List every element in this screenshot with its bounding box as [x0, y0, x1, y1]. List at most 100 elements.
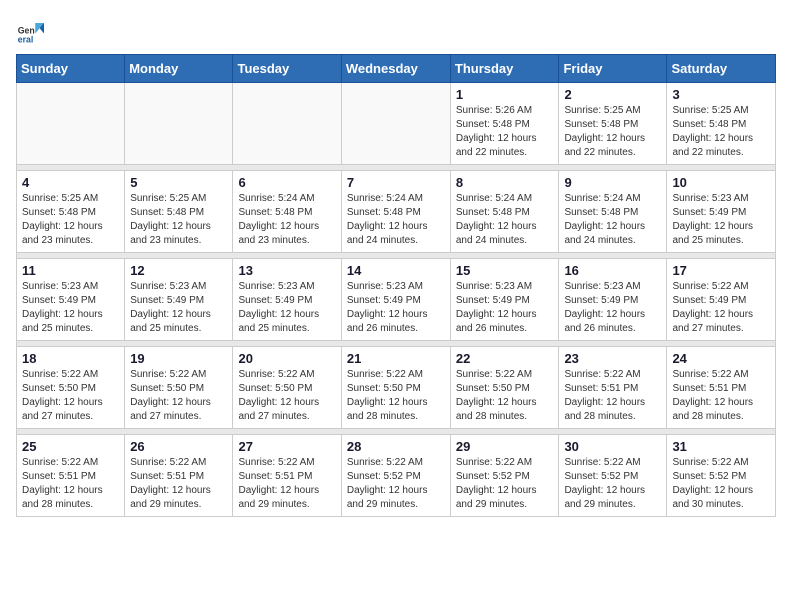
calendar-header-row: SundayMondayTuesdayWednesdayThursdayFrid… — [17, 55, 776, 83]
page-header: Gen eral — [16, 16, 776, 44]
calendar-week-2: 4 Sunrise: 5:25 AM Sunset: 5:48 PM Daylig… — [17, 171, 776, 253]
day-number: 4 — [22, 175, 119, 190]
day-number: 3 — [672, 87, 770, 102]
calendar-cell: 7 Sunrise: 5:24 AM Sunset: 5:48 PM Daylig… — [341, 171, 450, 253]
day-info: Sunrise: 5:22 AM Sunset: 5:50 PM Dayligh… — [238, 368, 335, 424]
day-number: 14 — [347, 263, 445, 278]
calendar-cell: 27 Sunrise: 5:22 AM Sunset: 5:51 PM Dayli… — [233, 435, 341, 517]
calendar-cell: 9 Sunrise: 5:24 AM Sunset: 5:48 PM Daylig… — [559, 171, 667, 253]
day-number: 10 — [672, 175, 770, 190]
day-number: 11 — [22, 263, 119, 278]
day-info: Sunrise: 5:22 AM Sunset: 5:52 PM Dayligh… — [456, 456, 554, 512]
calendar-cell: 20 Sunrise: 5:22 AM Sunset: 5:50 PM Dayli… — [233, 347, 341, 429]
calendar-cell: 6Sunrise: 5:24 AM Sunset: 5:48 PM Daylig… — [233, 171, 341, 253]
day-info: Sunrise: 5:23 AM Sunset: 5:49 PM Dayligh… — [22, 280, 119, 336]
day-info: Sunrise: 5:22 AM Sunset: 5:49 PM Dayligh… — [672, 280, 770, 336]
day-number: 5 — [130, 175, 227, 190]
day-info: Sunrise: 5:24 AM Sunset: 5:48 PM Dayligh… — [347, 192, 445, 248]
calendar-cell: 8 Sunrise: 5:24 AM Sunset: 5:48 PM Daylig… — [450, 171, 559, 253]
day-number: 27 — [238, 439, 335, 454]
day-info: Sunrise: 5:25 AM Sunset: 5:48 PM Dayligh… — [672, 104, 770, 160]
day-info: Sunrise: 5:22 AM Sunset: 5:50 PM Dayligh… — [456, 368, 554, 424]
day-number: 16 — [564, 263, 661, 278]
day-info: Sunrise: 5:22 AM Sunset: 5:51 PM Dayligh… — [22, 456, 119, 512]
day-info: Sunrise: 5:22 AM Sunset: 5:50 PM Dayligh… — [347, 368, 445, 424]
day-number: 18 — [22, 351, 119, 366]
logo-icon: Gen eral — [16, 16, 44, 44]
day-info: Sunrise: 5:23 AM Sunset: 5:49 PM Dayligh… — [564, 280, 661, 336]
day-info: Sunrise: 5:22 AM Sunset: 5:51 PM Dayligh… — [238, 456, 335, 512]
calendar-table: SundayMondayTuesdayWednesdayThursdayFrid… — [16, 54, 776, 517]
calendar-cell: 16 Sunrise: 5:23 AM Sunset: 5:49 PM Dayli… — [559, 259, 667, 341]
day-number: 15 — [456, 263, 554, 278]
calendar-cell — [233, 83, 341, 165]
calendar-cell: 5 Sunrise: 5:25 AM Sunset: 5:48 PM Daylig… — [125, 171, 233, 253]
day-info: Sunrise: 5:25 AM Sunset: 5:48 PM Dayligh… — [130, 192, 227, 248]
calendar-week-1: 1 Sunrise: 5:26 AM Sunset: 5:48 PM Daylig… — [17, 83, 776, 165]
day-number: 28 — [347, 439, 445, 454]
day-info: Sunrise: 5:24 AM Sunset: 5:48 PM Dayligh… — [456, 192, 554, 248]
calendar-cell: 24 Sunrise: 5:22 AM Sunset: 5:51 PM Dayli… — [667, 347, 776, 429]
day-number: 19 — [130, 351, 227, 366]
day-info: Sunrise: 5:23 AM Sunset: 5:49 PM Dayligh… — [347, 280, 445, 336]
calendar-cell: 25 Sunrise: 5:22 AM Sunset: 5:51 PM Dayli… — [17, 435, 125, 517]
day-info: Sunrise: 5:23 AM Sunset: 5:49 PM Dayligh… — [130, 280, 227, 336]
day-info: Sunrise: 5:24 AM Sunset: 5:48 PM Dayligh… — [564, 192, 661, 248]
day-number: 9 — [564, 175, 661, 190]
day-info: Sunrise: 5:22 AM Sunset: 5:51 PM Dayligh… — [564, 368, 661, 424]
day-info: Sunrise: 5:23 AM Sunset: 5:49 PM Dayligh… — [456, 280, 554, 336]
day-number: 26 — [130, 439, 227, 454]
calendar-cell: 22Sunrise: 5:22 AM Sunset: 5:50 PM Dayli… — [450, 347, 559, 429]
calendar-week-5: 25 Sunrise: 5:22 AM Sunset: 5:51 PM Dayli… — [17, 435, 776, 517]
day-number: 23 — [564, 351, 661, 366]
logo: Gen eral — [16, 16, 48, 44]
day-info: Sunrise: 5:22 AM Sunset: 5:51 PM Dayligh… — [672, 368, 770, 424]
calendar-cell: 3 Sunrise: 5:25 AM Sunset: 5:48 PM Daylig… — [667, 83, 776, 165]
calendar-cell — [125, 83, 233, 165]
calendar-cell: 19Sunrise: 5:22 AM Sunset: 5:50 PM Dayli… — [125, 347, 233, 429]
calendar-cell: 15 Sunrise: 5:23 AM Sunset: 5:49 PM Dayli… — [450, 259, 559, 341]
calendar-week-4: 18 Sunrise: 5:22 AM Sunset: 5:50 PM Dayli… — [17, 347, 776, 429]
day-number: 12 — [130, 263, 227, 278]
calendar-cell: 10 Sunrise: 5:23 AM Sunset: 5:49 PM Dayli… — [667, 171, 776, 253]
day-info: Sunrise: 5:23 AM Sunset: 5:49 PM Dayligh… — [238, 280, 335, 336]
day-number: 7 — [347, 175, 445, 190]
day-number: 1 — [456, 87, 554, 102]
calendar-cell — [341, 83, 450, 165]
calendar-cell: 13Sunrise: 5:23 AM Sunset: 5:49 PM Dayli… — [233, 259, 341, 341]
calendar-cell: 29 Sunrise: 5:22 AM Sunset: 5:52 PM Dayli… — [450, 435, 559, 517]
day-info: Sunrise: 5:25 AM Sunset: 5:48 PM Dayligh… — [564, 104, 661, 160]
calendar-cell: 28 Sunrise: 5:22 AM Sunset: 5:52 PM Dayli… — [341, 435, 450, 517]
calendar-header-wednesday: Wednesday — [341, 55, 450, 83]
calendar-cell: 14 Sunrise: 5:23 AM Sunset: 5:49 PM Dayli… — [341, 259, 450, 341]
calendar-header-tuesday: Tuesday — [233, 55, 341, 83]
day-number: 25 — [22, 439, 119, 454]
calendar-cell: 11 Sunrise: 5:23 AM Sunset: 5:49 PM Dayli… — [17, 259, 125, 341]
calendar-header-saturday: Saturday — [667, 55, 776, 83]
day-number: 24 — [672, 351, 770, 366]
day-number: 8 — [456, 175, 554, 190]
day-info: Sunrise: 5:23 AM Sunset: 5:49 PM Dayligh… — [672, 192, 770, 248]
day-info: Sunrise: 5:24 AM Sunset: 5:48 PM Dayligh… — [238, 192, 335, 248]
calendar-header-monday: Monday — [125, 55, 233, 83]
calendar-cell — [17, 83, 125, 165]
day-number: 17 — [672, 263, 770, 278]
day-info: Sunrise: 5:22 AM Sunset: 5:52 PM Dayligh… — [672, 456, 770, 512]
calendar-cell: 4Sunrise: 5:25 AM Sunset: 5:48 PM Daylig… — [17, 171, 125, 253]
day-info: Sunrise: 5:22 AM Sunset: 5:51 PM Dayligh… — [130, 456, 227, 512]
calendar-header-sunday: Sunday — [17, 55, 125, 83]
day-number: 2 — [564, 87, 661, 102]
day-info: Sunrise: 5:26 AM Sunset: 5:48 PM Dayligh… — [456, 104, 554, 160]
calendar-cell: 18Sunrise: 5:22 AM Sunset: 5:50 PM Dayli… — [17, 347, 125, 429]
calendar-cell: 2 Sunrise: 5:25 AM Sunset: 5:48 PM Daylig… — [559, 83, 667, 165]
calendar-cell: 30Sunrise: 5:22 AM Sunset: 5:52 PM Dayli… — [559, 435, 667, 517]
day-number: 20 — [238, 351, 335, 366]
calendar-cell: 12 Sunrise: 5:23 AM Sunset: 5:49 PM Dayli… — [125, 259, 233, 341]
calendar-cell: 17 Sunrise: 5:22 AM Sunset: 5:49 PM Dayli… — [667, 259, 776, 341]
svg-text:eral: eral — [18, 34, 34, 44]
calendar-header-thursday: Thursday — [450, 55, 559, 83]
day-number: 31 — [672, 439, 770, 454]
day-number: 29 — [456, 439, 554, 454]
day-info: Sunrise: 5:22 AM Sunset: 5:52 PM Dayligh… — [347, 456, 445, 512]
calendar-cell: 31 Sunrise: 5:22 AM Sunset: 5:52 PM Dayli… — [667, 435, 776, 517]
